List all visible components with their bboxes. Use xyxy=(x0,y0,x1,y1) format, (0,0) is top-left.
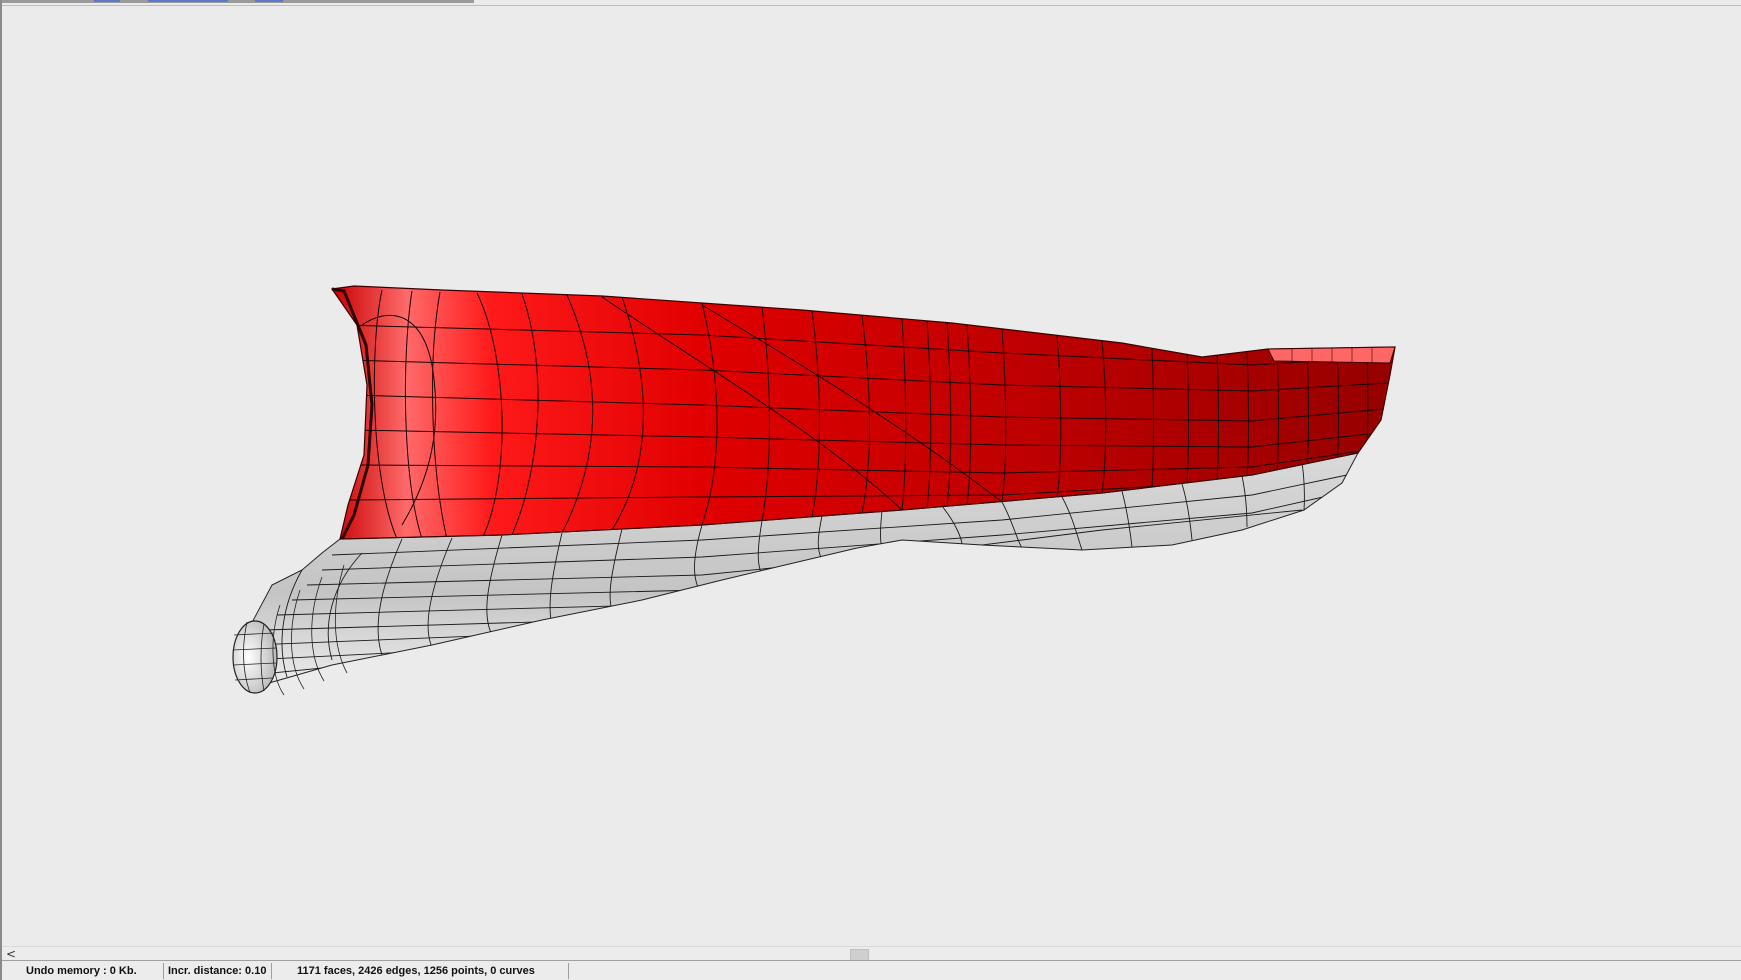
hull-render xyxy=(232,285,1396,696)
tab-marker[interactable] xyxy=(255,0,283,2)
horizontal-scrollbar[interactable]: < xyxy=(2,946,1741,961)
status-undo-memory: Undo memory : 0 Kb. xyxy=(4,963,164,979)
tab-marker[interactable] xyxy=(94,0,120,2)
3d-viewport[interactable] xyxy=(2,5,1741,946)
status-bar: Undo memory : 0 Kb. Incr. distance: 0.10… xyxy=(2,960,1741,980)
status-geometry-stats: 1171 faces, 2426 edges, 1256 points, 0 c… xyxy=(273,963,569,979)
scroll-left-arrow[interactable]: < xyxy=(6,947,18,961)
toolbar-strip xyxy=(2,0,474,3)
tab-marker[interactable] xyxy=(148,0,228,2)
app-window: < Undo memory : 0 Kb. Incr. distance: 0.… xyxy=(0,0,1741,980)
status-incr-distance: Incr. distance: 0.10 xyxy=(165,963,272,979)
